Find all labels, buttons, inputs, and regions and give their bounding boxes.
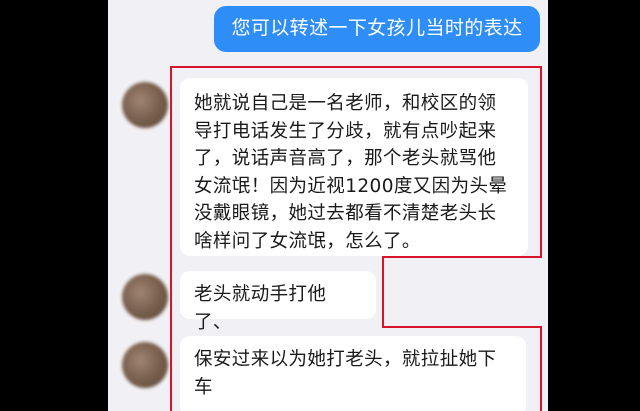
- contact-avatar[interactable]: [122, 342, 168, 388]
- incoming-message-bubble[interactable]: 保安过来以为她打老头，就拉扯她下车: [180, 336, 526, 411]
- incoming-message-text: 老头就动手打他了、: [194, 284, 327, 333]
- contact-avatar[interactable]: [122, 274, 168, 320]
- highlight-line: [540, 326, 542, 411]
- outgoing-message-bubble[interactable]: 您可以转述一下女孩儿当时的表达: [214, 6, 540, 52]
- incoming-message-text: 她就说自己是一名老师，和校区的领导打电话发生了分歧，就有点吵起来了，说话声音高了…: [194, 93, 508, 252]
- highlight-line: [382, 326, 542, 328]
- incoming-message-bubble[interactable]: 她就说自己是一名老师，和校区的领导打电话发生了分歧，就有点吵起来了，说话声音高了…: [180, 78, 528, 256]
- incoming-message-bubble[interactable]: 老头就动手打他了、: [180, 271, 376, 333]
- incoming-message-text: 保安过来以为她打老头，就拉扯她下车: [194, 349, 497, 398]
- outgoing-message-text: 您可以转述一下女孩儿当时的表达: [231, 17, 523, 39]
- highlight-line: [382, 256, 542, 258]
- highlight-line: [170, 256, 172, 411]
- contact-avatar[interactable]: [122, 82, 168, 128]
- screenshot-frame: 您可以转述一下女孩儿当时的表达 她就说自己是一名老师，和校区的领导打电话发生了分…: [0, 0, 640, 411]
- chat-conversation[interactable]: 您可以转述一下女孩儿当时的表达 她就说自己是一名老师，和校区的领导打电话发生了分…: [108, 0, 548, 411]
- highlight-line: [382, 256, 384, 328]
